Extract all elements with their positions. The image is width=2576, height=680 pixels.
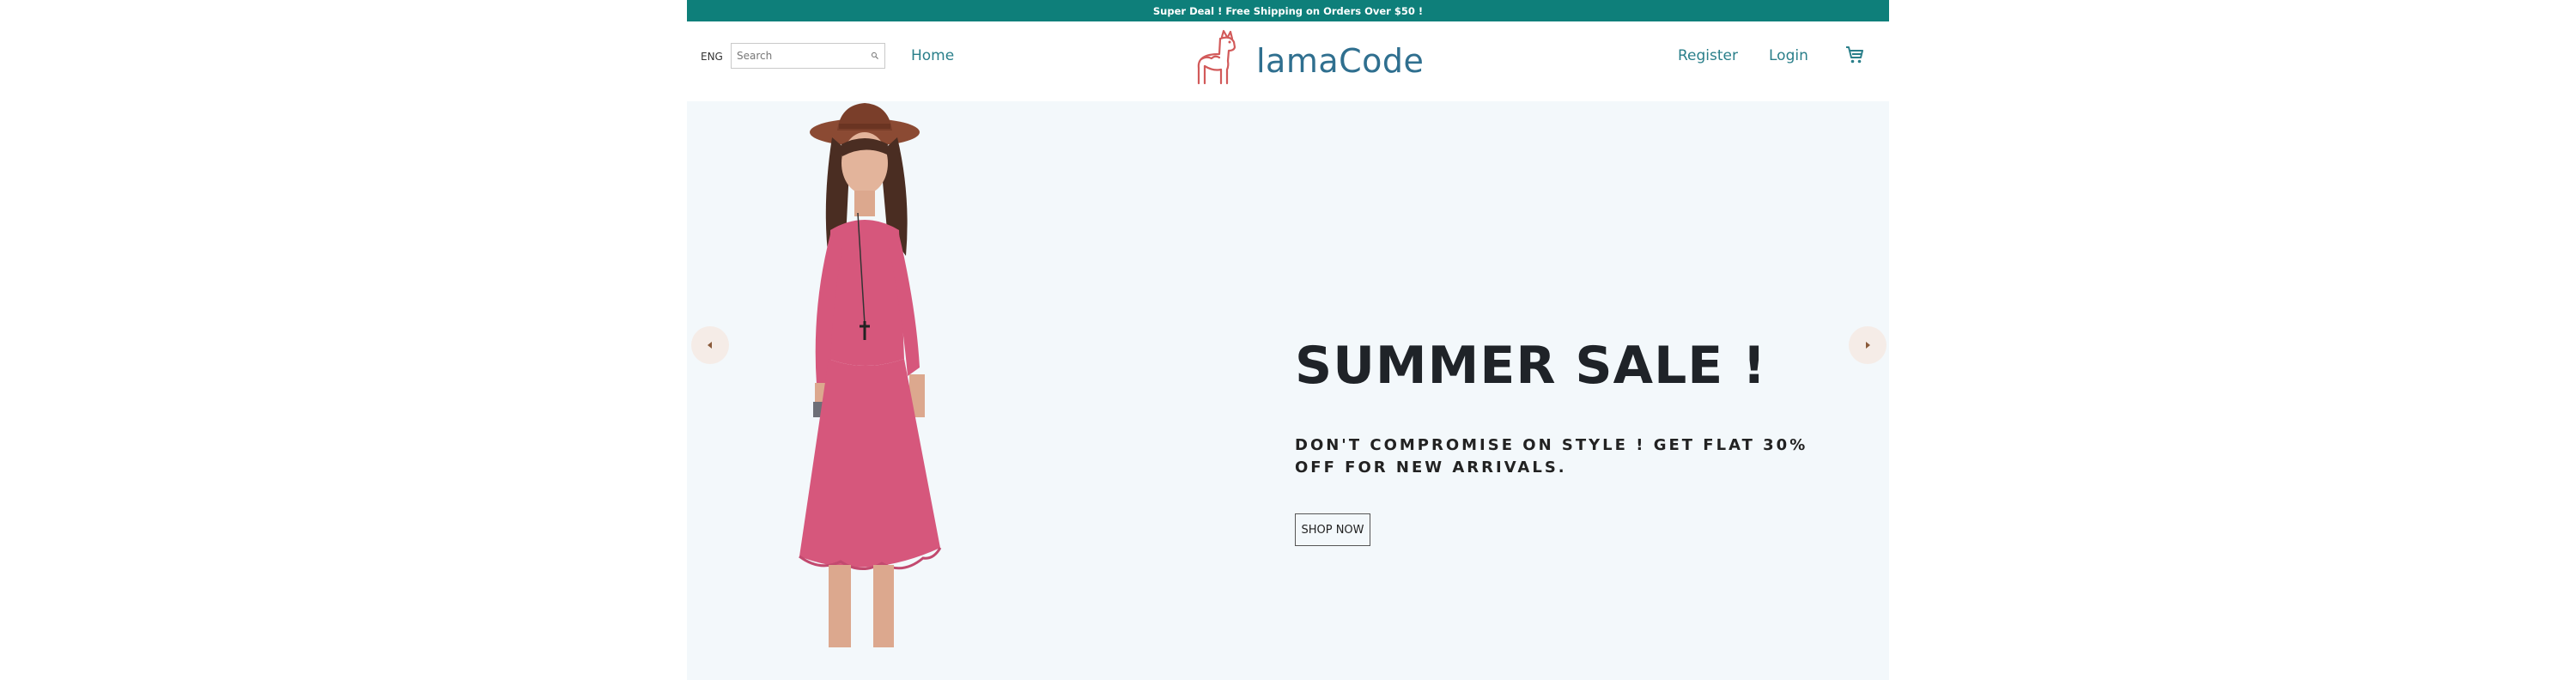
llama-logo-icon — [1197, 29, 1236, 85]
shopping-cart-icon[interactable] — [1844, 45, 1865, 65]
nav-link-register[interactable]: Register — [1678, 47, 1738, 64]
slider-next-button[interactable] — [1849, 326, 1886, 364]
announcement-text: Super Deal ! Free Shipping on Orders Ove… — [1152, 4, 1424, 17]
arrow-left-icon — [708, 342, 712, 349]
search-box[interactable] — [731, 43, 885, 69]
announcement-bar: Super Deal ! Free Shipping on Orders Ove… — [687, 0, 1889, 21]
hero-slider: SUMMER SALE ! DON'T COMPROMISE ON STYLE … — [687, 101, 1889, 680]
search-icon[interactable] — [871, 50, 879, 62]
slider-prev-button[interactable] — [691, 326, 729, 364]
shop-now-button[interactable]: SHOP NOW — [1295, 513, 1370, 546]
page-frame: Super Deal ! Free Shipping on Orders Ove… — [687, 0, 1889, 680]
logo-text: lamaCode — [1256, 42, 1425, 80]
search-input[interactable] — [732, 45, 871, 67]
nav-link-home[interactable]: Home — [911, 47, 954, 64]
navbar: ENG Home — [687, 21, 1889, 101]
logo[interactable]: lamaCode — [1191, 28, 1424, 88]
hero-description: DON'T COMPROMISE ON STYLE ! GET FLAT 30%… — [1295, 436, 1808, 477]
model-image — [799, 103, 942, 647]
nav-link-login[interactable]: Login — [1769, 47, 1808, 64]
language-selector[interactable]: ENG — [701, 51, 723, 63]
hero-title: SUMMER SALE ! — [1295, 336, 1767, 396]
arrow-right-icon — [1866, 342, 1870, 349]
